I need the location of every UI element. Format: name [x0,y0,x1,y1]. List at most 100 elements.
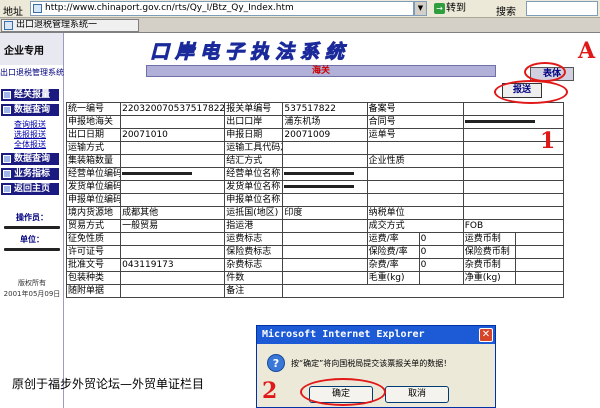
sidebar-menu-4[interactable]: 业务指标 [1,168,59,180]
form-value[interactable]: 成都其他 [120,206,226,220]
sidebar-menu-3[interactable]: 数据查询 [1,153,59,165]
search-input[interactable] [526,1,598,16]
page-header: 企业专用 口岸电子执法系统 [0,33,600,65]
address-url: http://www.chinaport.gov.cn/rts/Qy_I/Btz… [45,3,294,13]
form-label: 集装箱数量 [65,154,122,168]
form-value[interactable] [462,167,565,181]
form-value[interactable]: 0 [418,258,464,272]
form-value[interactable] [120,141,226,155]
close-icon[interactable]: ✕ [479,328,493,342]
form-value[interactable] [462,180,565,194]
form-value[interactable]: 一般贸易 [120,219,226,233]
form-value[interactable] [366,167,464,181]
form-label: 纳税单位 [366,206,464,220]
form-value[interactable] [462,193,565,207]
form-value[interactable]: 20071010 [120,128,226,142]
form-label: 指运港 [224,219,284,233]
operator-label: 操作员： [16,213,48,222]
sidebar-menu-label: 数据查询 [14,154,51,164]
form-value[interactable] [282,141,368,155]
copyright-date: 2001年05月09日 [3,290,61,298]
cancel-button[interactable]: 取消 [385,386,449,403]
form-value[interactable] [462,115,565,129]
form-value[interactable] [514,245,565,259]
form-value[interactable] [462,102,565,116]
sidebar-menu-1[interactable]: 经关报量 [1,89,59,101]
page-icon [33,4,42,13]
form-label: 运输方式 [65,141,122,155]
form-value[interactable]: 0 [418,245,464,259]
form-value[interactable] [282,167,368,181]
form-value[interactable] [282,258,368,272]
form-value[interactable] [366,193,464,207]
form-value[interactable] [282,193,368,207]
form-value[interactable] [120,245,226,259]
form-label: 贸易方式 [65,219,122,233]
form-label: 申报单位编码 [65,193,122,207]
form-value[interactable] [462,206,565,220]
form-value[interactable] [120,115,226,129]
redacted-value [122,171,193,175]
form-value[interactable] [120,180,226,194]
sidebar-menu-2[interactable]: 数据查询 [1,104,59,116]
form-value[interactable] [366,180,464,194]
form-label: 发货单位编码 [65,180,122,194]
form-label: 发货单位名称 [224,180,284,194]
form-value[interactable]: 537517822 [282,102,368,116]
form-value[interactable] [282,219,368,233]
go-arrow-icon: → [434,3,445,14]
form-row: 批准文号 043119173 杂费标志 杂费/率 0 杂费币制 [65,258,565,272]
go-button[interactable]: → 转到 [432,1,478,16]
form-value[interactable]: 043119173 [120,258,226,272]
form-row: 征免性质 运费标志 运费/率 0 运费币制 [65,232,565,246]
form-value[interactable]: 220320070537517822 [120,102,226,116]
form-value[interactable] [120,193,226,207]
sidebar-link-all-send[interactable]: 全体报送 [14,139,46,150]
sidebar-menu-label: 数据查询 [14,105,51,115]
form-value[interactable] [514,232,565,246]
search-label: 搜索 [496,7,516,18]
form-value[interactable] [282,154,368,168]
form-value[interactable]: 印度 [282,206,368,220]
form-value[interactable] [282,232,368,246]
annotation-a: A [578,38,596,64]
form-label: 运输工具代码及名称 [224,141,284,155]
form-value[interactable] [282,245,368,259]
form-row: 贸易方式 一般贸易 指运港 成交方式 FOB [65,219,565,233]
form-label: 随附单据 [65,284,122,298]
window-tab[interactable]: 出口退税管理系统一 [1,19,139,32]
annotation-circle-top-button [524,62,566,82]
unit-label: 单位： [20,235,44,244]
annotation-circle-send-button [494,80,568,104]
form-label: 运抵国(地区) [224,206,284,220]
address-input[interactable]: http://www.chinaport.gov.cn/rts/Qy_I/Btz… [30,1,414,16]
form-value[interactable] [282,284,564,298]
chevron-down-icon[interactable]: ▼ [414,1,427,16]
form-value[interactable] [120,167,226,181]
annotation-2: 2 [262,378,278,404]
form-value[interactable] [282,271,368,285]
form-value[interactable] [120,232,226,246]
form-row: 集装箱数量 结汇方式 企业性质 [65,154,565,168]
sidebar-menu-5[interactable]: 返回主页 [1,183,59,195]
form-value[interactable] [462,154,565,168]
form-value[interactable] [514,271,565,285]
form-value[interactable]: 0 [418,232,464,246]
sidebar-menu-label: 经关报量 [14,90,51,100]
form-label: 申报日期 [224,128,284,142]
tab-bar: 出口退税管理系统一 [0,18,600,33]
form-value[interactable]: 浦东机场 [282,115,368,129]
form-value[interactable]: 20071009 [282,128,368,142]
form-value[interactable] [418,271,464,285]
menu-icon [3,106,11,114]
form-value[interactable] [120,154,226,168]
form-label: 经营单位编码 [65,167,122,181]
form-label: 申报地海关 [65,115,122,129]
form-value[interactable] [514,258,565,272]
form-value[interactable] [120,284,226,298]
form-value[interactable] [120,271,226,285]
form-value[interactable] [282,180,368,194]
form-row: 统一编号 220320070537517822 报关单编号 537517822 备案号 [65,102,565,116]
form-value[interactable]: FOB [462,219,565,233]
form-value[interactable] [366,141,464,155]
